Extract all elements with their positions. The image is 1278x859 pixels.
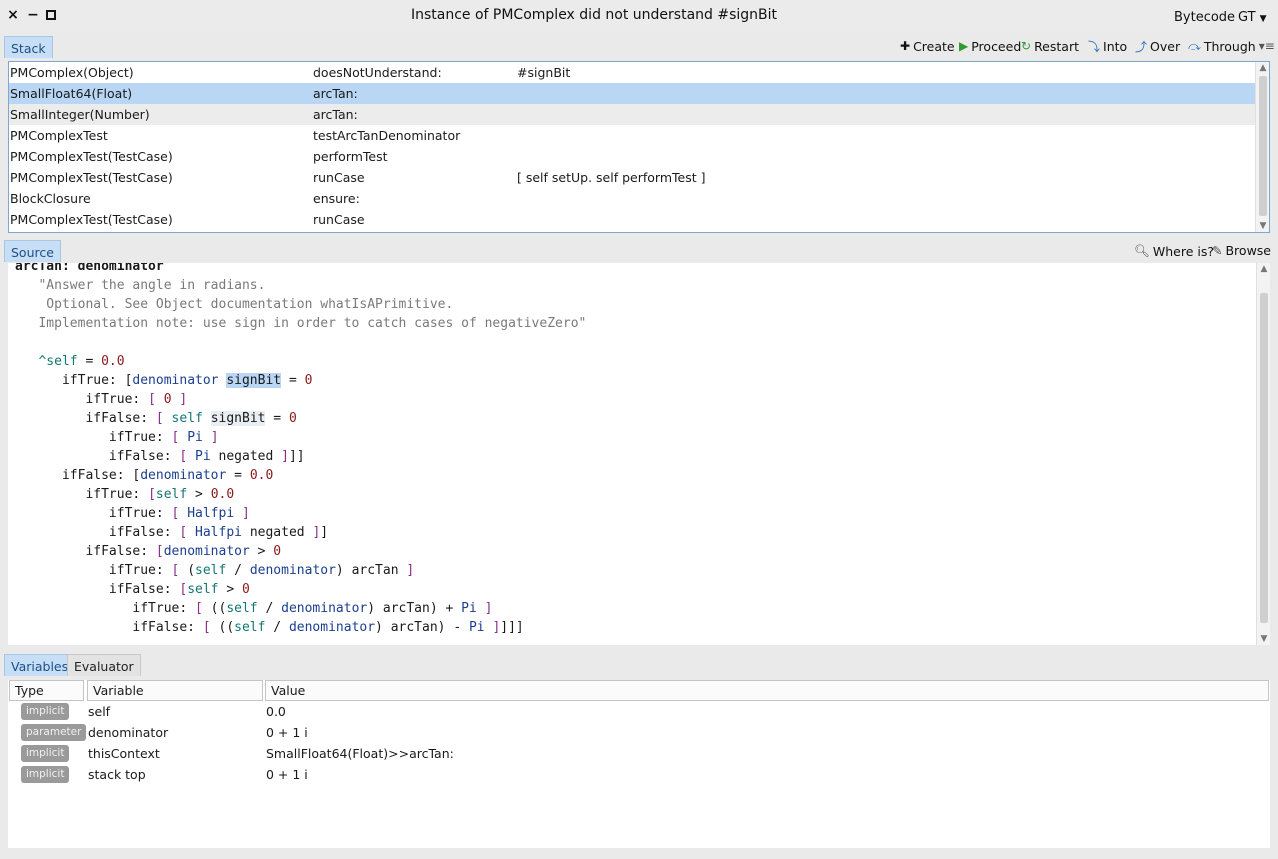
column-header-value[interactable]: Value — [265, 680, 1269, 701]
column-header-type[interactable]: Type — [9, 680, 84, 701]
variable-name: thisContext — [88, 746, 160, 761]
stack-list[interactable]: PMComplex(Object) doesNotUnderstand: #si… — [8, 61, 1270, 233]
gt-label: GT — [1238, 10, 1256, 25]
table-row[interactable]: parameter denominator 0 + 1 i — [8, 722, 1270, 743]
stack-selector: arcTan: — [313, 107, 358, 122]
restart-button[interactable]: ↻ Restart — [1021, 37, 1079, 55]
variable-value: 0 + 1 i — [266, 725, 308, 740]
variables-table[interactable]: Type Variable Value implicit self 0.0 pa… — [8, 680, 1270, 848]
step-through-icon: ⤼ — [1188, 38, 1201, 53]
create-button[interactable]: ✚ Create — [900, 37, 955, 55]
where-is-button[interactable]: 🔍︎ Where is? — [1134, 243, 1214, 259]
scroll-thumb[interactable] — [1259, 76, 1267, 216]
source-code[interactable]: arcTan: denominator "Answer the angle in… — [15, 263, 586, 637]
through-label: Through — [1203, 38, 1256, 54]
window-titlebar: × − Instance of PMComplex did not unders… — [0, 0, 1278, 32]
where-is-label: Where is? — [1152, 243, 1214, 259]
bytecode-button[interactable]: Bytecode — [1174, 10, 1235, 25]
table-row[interactable]: implicit stack top 0 + 1 i — [8, 764, 1270, 785]
into-button[interactable]: ⤵ Into — [1088, 37, 1127, 55]
type-badge: implicit — [21, 766, 70, 783]
proceed-label: Proceed — [971, 38, 1022, 54]
into-label: Into — [1103, 38, 1128, 54]
stack-receiver: PMComplexTest(TestCase) — [10, 170, 173, 185]
tab-source[interactable]: Source — [4, 240, 61, 262]
stack-receiver: PMComplexTest(TestCase) — [10, 149, 173, 164]
over-button[interactable]: ⤴ Over — [1135, 37, 1180, 55]
through-button[interactable]: ⤼ Through ▾≡ — [1188, 37, 1275, 55]
type-badge: implicit — [21, 745, 70, 762]
stack-receiver: PMComplexTest(TestCase) — [10, 212, 173, 227]
step-into-icon: ⤵ — [1088, 39, 1101, 54]
method-header: arcTan: denominator — [15, 263, 164, 274]
chevron-down-icon: ▼ — [1259, 14, 1267, 24]
browse-icon: ✎ — [1212, 243, 1223, 258]
restart-label: Restart — [1034, 38, 1079, 54]
plus-icon: ✚ — [900, 39, 911, 53]
browse-label: Browse — [1225, 243, 1271, 258]
restart-icon: ↻ — [1021, 39, 1032, 53]
magnifier-icon: 🔍︎ — [1134, 243, 1150, 258]
tab-evaluator[interactable]: Evaluator — [67, 654, 141, 676]
stack-row[interactable]: PMComplexTest testArcTanDenominator — [9, 125, 1255, 146]
stack-receiver: SmallFloat64(Float) — [10, 86, 133, 101]
stack-selector: runCase — [313, 170, 365, 185]
stack-row[interactable]: PMComplexTest(TestCase) performTest — [9, 146, 1255, 167]
scroll-up-icon[interactable]: ▲ — [1257, 264, 1270, 274]
proceed-button[interactable]: ▶ Proceed — [959, 37, 1021, 55]
stack-selector: testArcTanDenominator — [313, 128, 461, 143]
column-header-variable[interactable]: Variable — [87, 680, 263, 701]
stack-selector: arcTan: — [313, 86, 358, 101]
stack-row[interactable]: PMComplexTest(TestCase) runCase — [9, 209, 1255, 230]
stack-receiver: PMComplex(Object) — [10, 65, 134, 80]
table-row[interactable]: implicit self 0.0 — [8, 701, 1270, 722]
variable-name: stack top — [88, 767, 146, 782]
variable-value: 0.0 — [266, 704, 286, 719]
stack-receiver: SmallInteger(Number) — [10, 107, 150, 122]
table-row[interactable]: implicit thisContext SmallFloat64(Float)… — [8, 743, 1270, 764]
scroll-down-icon[interactable]: ▼ — [1257, 634, 1270, 644]
menu-icon[interactable]: ▾≡ — [1259, 39, 1275, 53]
window-title: Instance of PMComplex did not understand… — [410, 7, 778, 23]
variable-value: 0 + 1 i — [266, 767, 308, 782]
browse-button[interactable]: ✎ Browse — [1212, 243, 1271, 258]
play-icon: ▶ — [959, 39, 969, 53]
scroll-down-icon[interactable]: ▼ — [1256, 221, 1269, 231]
tab-variables[interactable]: Variables — [4, 654, 76, 676]
stack-row[interactable]: PMComplex(Object) doesNotUnderstand: #si… — [9, 62, 1255, 83]
gt-menu-button[interactable]: GT ▼ — [1238, 10, 1266, 25]
variable-value: SmallFloat64(Float)>>arcTan: — [266, 746, 454, 761]
source-editor[interactable]: arcTan: denominator "Answer the angle in… — [8, 263, 1270, 645]
tab-stack[interactable]: Stack — [4, 36, 53, 58]
type-badge: implicit — [21, 703, 70, 720]
stack-row[interactable]: BlockClosure ensure: — [9, 188, 1255, 209]
stack-selector: ensure: — [313, 191, 360, 206]
scroll-thumb[interactable] — [1260, 293, 1268, 623]
variable-name: self — [88, 704, 111, 719]
stack-row[interactable]: PMComplexTest(TestCase) runCase [ self s… — [9, 167, 1255, 188]
stack-detail: [ self setUp. self performTest ] — [517, 170, 706, 185]
stack-selector: performTest — [313, 149, 388, 164]
type-badge: parameter — [21, 724, 87, 741]
scroll-up-icon[interactable]: ▲ — [1256, 63, 1269, 73]
step-over-icon: ⤴ — [1135, 39, 1148, 54]
create-label: Create — [913, 38, 955, 54]
stack-receiver: PMComplexTest — [10, 128, 108, 143]
stack-selector: doesNotUnderstand: — [313, 65, 442, 80]
stack-detail: #signBit — [517, 65, 571, 80]
stack-receiver: BlockClosure — [10, 191, 91, 206]
stack-row[interactable]: SmallInteger(Number) arcTan: — [9, 104, 1255, 125]
stack-row-selected[interactable]: SmallFloat64(Float) arcTan: — [9, 83, 1255, 104]
variable-name: denominator — [88, 725, 169, 740]
over-label: Over — [1150, 38, 1181, 54]
stack-selector: runCase — [313, 212, 365, 227]
source-scrollbar[interactable]: ▲ ▼ — [1256, 263, 1270, 645]
stack-scrollbar[interactable]: ▲ ▼ — [1255, 62, 1269, 232]
